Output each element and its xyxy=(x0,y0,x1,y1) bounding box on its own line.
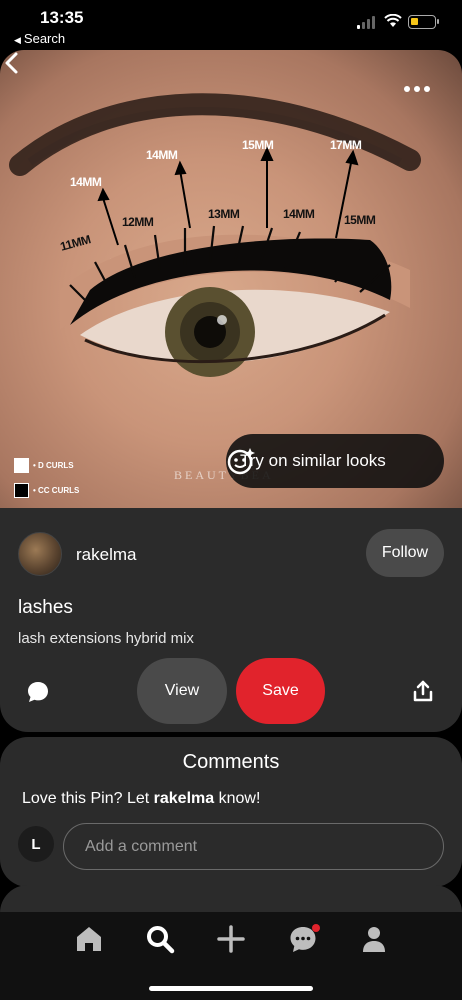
comments-heading: Comments xyxy=(182,751,280,773)
notification-dot xyxy=(312,924,320,932)
add-comment-input[interactable] xyxy=(63,823,444,870)
pin-description: lash extensions hybrid mix xyxy=(18,630,194,647)
clock: 13:35 xyxy=(40,8,84,27)
comments-prompt: Love this Pin? Let rakelma know! xyxy=(22,790,260,808)
search-icon[interactable] xyxy=(145,924,175,954)
measurement-label: 14MM xyxy=(70,175,102,189)
cellular-signal-icon xyxy=(357,16,375,29)
status-bar: 13:35 ◀ Search xyxy=(0,0,462,50)
creator-username[interactable]: rakelma xyxy=(76,545,136,565)
back-arrow-icon[interactable] xyxy=(0,50,26,76)
creator-avatar[interactable] xyxy=(18,532,62,576)
measurement-label: 15MM xyxy=(242,138,274,152)
home-icon[interactable] xyxy=(74,924,104,954)
user-avatar: L xyxy=(18,826,54,862)
prompt-suffix: know! xyxy=(214,790,261,807)
legend-d-curls: • D CURLS xyxy=(14,458,74,473)
save-button[interactable]: Save xyxy=(236,658,325,724)
follow-button[interactable]: Follow xyxy=(366,529,444,577)
legend-cc-curls: • CC CURLS xyxy=(14,483,79,498)
try-on-label: Try on similar looks xyxy=(240,451,386,470)
wifi-icon xyxy=(384,14,402,27)
more-options-icon[interactable] xyxy=(404,86,430,92)
pin-details-card: rakelma Follow lashes lash extensions hy… xyxy=(0,508,462,732)
legend-label: • D CURLS xyxy=(33,461,74,470)
face-sparkle-icon xyxy=(227,448,255,475)
measurement-label: 14MM xyxy=(146,148,178,162)
profile-icon[interactable] xyxy=(359,924,389,954)
share-icon[interactable] xyxy=(412,680,434,702)
legend-swatch-black xyxy=(14,483,29,498)
measurement-label: 12MM xyxy=(122,215,154,229)
bottom-navigation xyxy=(0,912,462,1000)
pin-title: lashes xyxy=(18,597,73,618)
measurement-label: 17MM xyxy=(330,138,362,152)
measurement-label: 13MM xyxy=(208,207,240,221)
legend-swatch-white xyxy=(14,458,29,473)
pin-image[interactable]: 14MM 14MM 15MM 17MM 11MM 12MM 13MM 14MM … xyxy=(0,50,462,508)
add-icon[interactable] xyxy=(216,924,246,954)
try-on-button[interactable]: Try on similar looks xyxy=(226,434,444,488)
comments-section: Comments Love this Pin? Let rakelma know… xyxy=(0,737,462,887)
measurement-label: 15MM xyxy=(344,213,376,227)
view-button[interactable]: View xyxy=(137,658,227,724)
comment-bubble-icon[interactable] xyxy=(26,680,50,704)
battery-icon xyxy=(408,15,439,29)
home-indicator xyxy=(149,986,313,991)
back-app-label: Search xyxy=(23,31,66,46)
back-to-app[interactable]: ◀ Search xyxy=(14,31,65,46)
legend-label: • CC CURLS xyxy=(33,486,80,495)
prompt-username: rakelma xyxy=(153,790,215,807)
prompt-prefix: Love this Pin? Let xyxy=(22,790,154,807)
back-triangle-icon: ◀ xyxy=(14,35,21,45)
measurement-label: 14MM xyxy=(283,207,315,221)
messages-button[interactable] xyxy=(288,924,320,954)
